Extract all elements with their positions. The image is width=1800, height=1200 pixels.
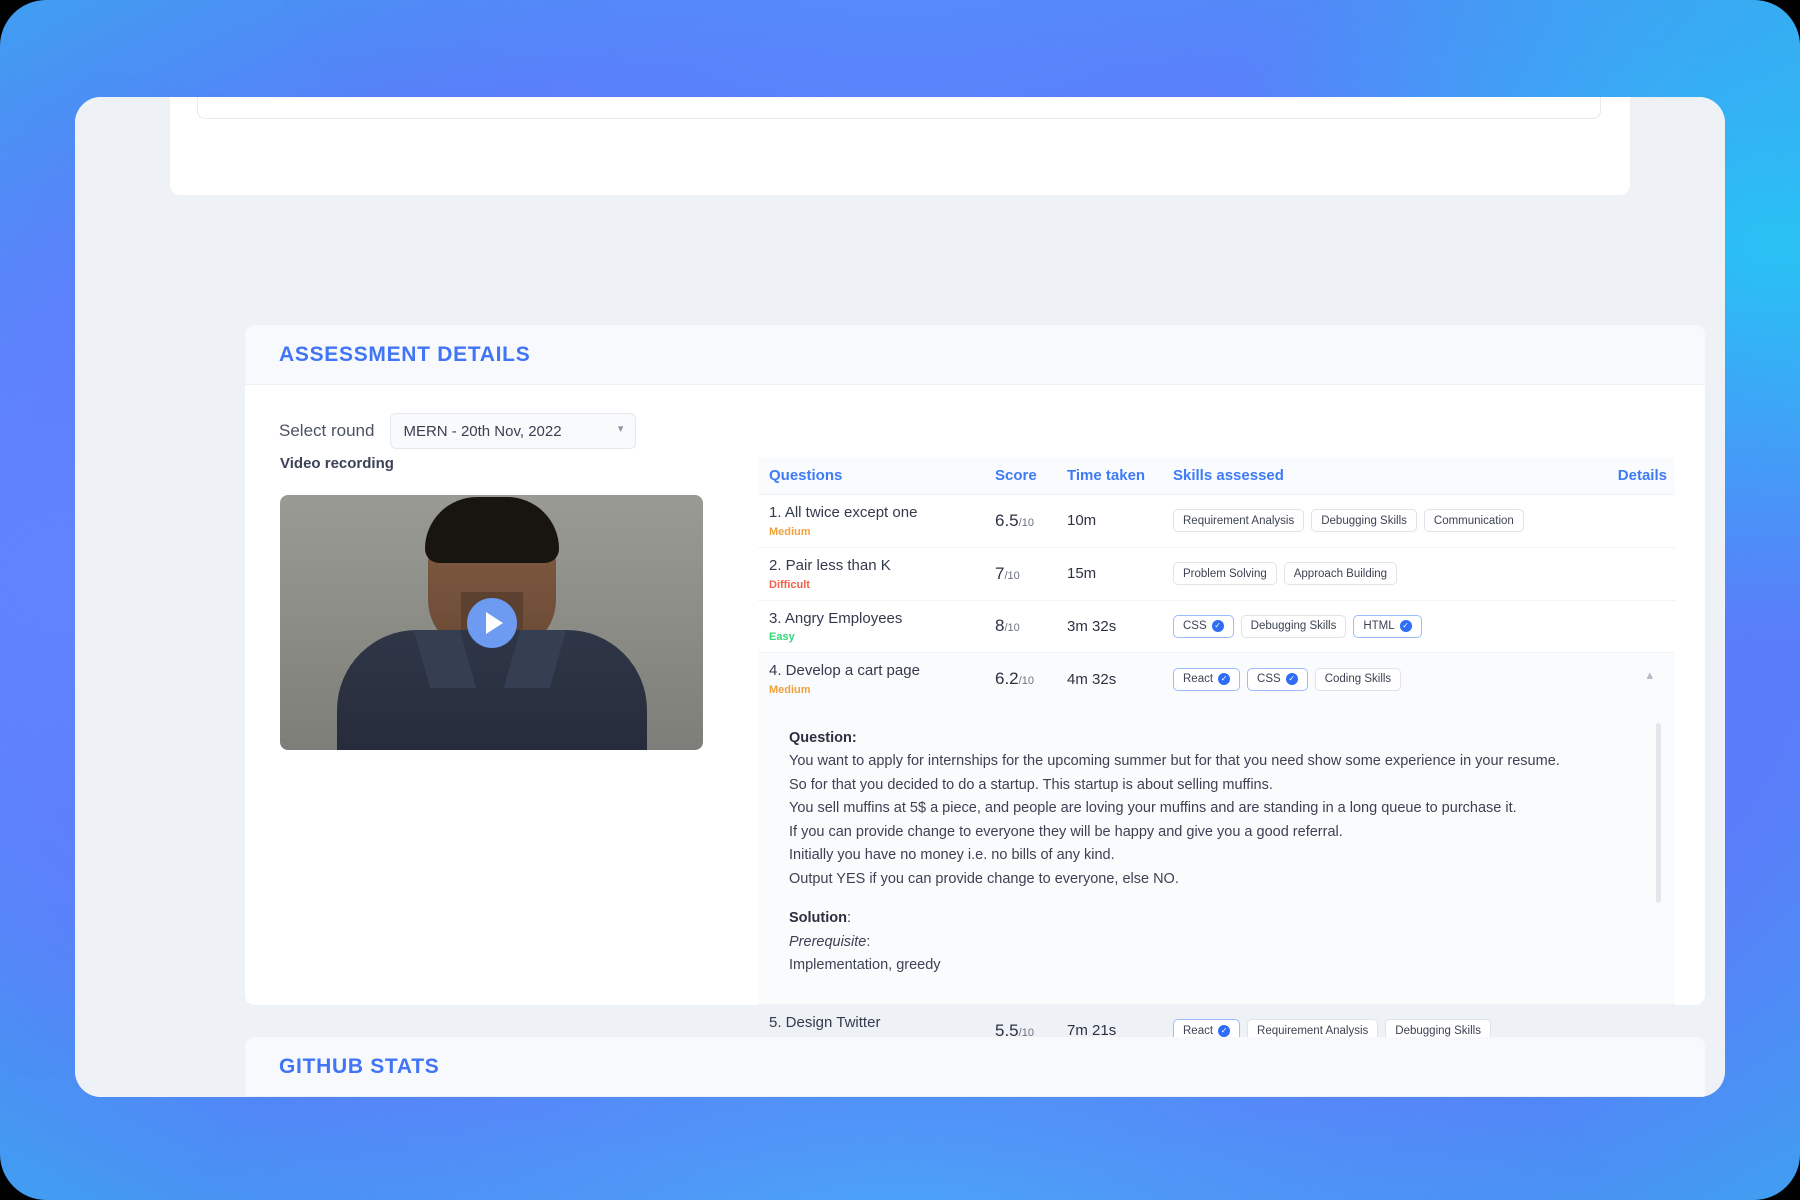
percentile-box: Top 50% of users: [197, 97, 1601, 119]
question-detail-line: Output YES if you can provide change to …: [789, 868, 1641, 891]
percentile-card: Top 50% of users: [170, 97, 1630, 195]
skill-chip-label: Debugging Skills: [1251, 620, 1337, 632]
column-header-time: Time taken: [1067, 467, 1173, 484]
video-recording-label: Video recording: [280, 455, 394, 472]
questions-table-header: Questions Score Time taken Skills assess…: [759, 457, 1675, 495]
difficulty-badge: Difficult: [769, 579, 995, 591]
column-header-score: Score: [995, 467, 1067, 484]
detail-scrollbar[interactable]: [1656, 723, 1661, 903]
round-select[interactable]: MERN - 20th Nov, 2022 ▾: [390, 413, 636, 449]
column-header-details: Details: [1583, 467, 1675, 484]
question-title: 4. Develop a cart page: [769, 662, 995, 681]
column-header-skills: Skills assessed: [1173, 467, 1583, 484]
round-select-value: MERN - 20th Nov, 2022: [403, 423, 561, 440]
skill-chip[interactable]: Communication: [1424, 509, 1524, 532]
skill-chip-label: HTML: [1363, 620, 1394, 632]
verified-check-icon: ✓: [1212, 620, 1224, 632]
play-icon[interactable]: [467, 598, 517, 648]
question-score: 8/10: [995, 616, 1067, 636]
video-player[interactable]: [280, 495, 703, 750]
prerequisite-label: Prerequisite:: [789, 931, 1641, 954]
question-detail-line: You sell muffins at 5$ a piece, and peop…: [789, 797, 1641, 820]
verified-check-icon: ✓: [1218, 673, 1230, 685]
skill-chip-label: Approach Building: [1294, 568, 1387, 580]
questions-table: Questions Score Time taken Skills assess…: [759, 457, 1675, 1058]
question-title: 3. Angry Employees: [769, 610, 995, 629]
app-panel: Top 50% of users ASSESSMENT DETAILS Sele…: [75, 97, 1725, 1097]
skill-chip[interactable]: CSS ✓: [1247, 668, 1308, 691]
skill-chip-label: CSS: [1183, 620, 1207, 632]
column-header-questions: Questions: [759, 467, 995, 484]
skill-chip-label: Requirement Analysis: [1183, 515, 1294, 527]
skill-chip[interactable]: Coding Skills: [1315, 668, 1401, 691]
skills-chip-list: React ✓ CSS ✓ Coding Skills: [1173, 668, 1583, 691]
skill-chip-label: Problem Solving: [1183, 568, 1267, 580]
question-score: 6.5/10: [995, 511, 1067, 531]
skills-chip-list: Requirement Analysis Debugging Skills Comm…: [1173, 509, 1583, 532]
question-time: 3m 32s: [1067, 618, 1173, 635]
verified-check-icon: ✓: [1286, 673, 1298, 685]
skill-chip-label: Requirement Analysis: [1257, 1025, 1368, 1037]
question-score: 7/10: [995, 564, 1067, 584]
question-title: 2. Pair less than K: [769, 557, 995, 576]
question-title: 5. Design Twitter: [769, 1014, 995, 1033]
chevron-down-icon: ▾: [618, 424, 624, 435]
skill-chip-label: Debugging Skills: [1321, 515, 1407, 527]
question-time: 4m 32s: [1067, 671, 1173, 688]
solution-label: Solution:: [789, 907, 1641, 930]
skill-chip[interactable]: Approach Building: [1284, 562, 1397, 585]
github-stats-header: GITHUB STATS: [245, 1037, 1705, 1097]
prerequisite-value: Implementation, greedy: [789, 954, 1641, 977]
table-row[interactable]: 4. Develop a cart page Medium6.2/104m 32s…: [759, 653, 1675, 705]
assessment-details-header: ASSESSMENT DETAILS: [245, 325, 1705, 385]
question-time: 10m: [1067, 512, 1173, 529]
skill-chip[interactable]: CSS ✓: [1173, 615, 1234, 638]
difficulty-badge: Medium: [769, 684, 995, 696]
skill-chip-label: Debugging Skills: [1395, 1025, 1481, 1037]
skill-chip[interactable]: Debugging Skills: [1241, 615, 1347, 638]
verified-check-icon: ✓: [1218, 1025, 1230, 1037]
skill-chip-label: React: [1183, 673, 1213, 685]
difficulty-badge: Medium: [769, 526, 995, 538]
select-round-row: Select round MERN - 20th Nov, 2022 ▾: [279, 413, 636, 449]
skill-chip-label: Coding Skills: [1325, 673, 1391, 685]
difficulty-badge: Easy: [769, 631, 995, 643]
question-score: 6.2/10: [995, 669, 1067, 689]
skill-chip[interactable]: React ✓: [1173, 668, 1240, 691]
skill-chip[interactable]: Problem Solving: [1173, 562, 1277, 585]
question-detail-line: So for that you decided to do a startup.…: [789, 774, 1641, 797]
skill-chip[interactable]: Debugging Skills: [1311, 509, 1417, 532]
question-title: 1. All twice except one: [769, 504, 995, 523]
select-round-label: Select round: [279, 421, 374, 441]
question-detail-label: Question:: [789, 727, 1641, 750]
table-row[interactable]: 1. All twice except oneMedium6.5/1010mRe…: [759, 495, 1675, 548]
github-stats-card: GITHUB STATS 560 Contributions in the la…: [245, 1037, 1705, 1097]
page-scroll-area[interactable]: Top 50% of users ASSESSMENT DETAILS Sele…: [75, 97, 1725, 1097]
question-detail-line: Initially you have no money i.e. no bill…: [789, 844, 1641, 867]
skill-chip-label: CSS: [1257, 673, 1281, 685]
question-detail-line: If you can provide change to everyone th…: [789, 821, 1641, 844]
skill-chip-label: Communication: [1434, 515, 1514, 527]
questions-table-body: 1. All twice except oneMedium6.5/1010mRe…: [759, 495, 1675, 1058]
verified-check-icon: ✓: [1400, 620, 1412, 632]
page-title: ASSESSMENT DETAILS: [279, 343, 530, 367]
skill-chip-label: React: [1183, 1025, 1213, 1037]
table-row[interactable]: 3. Angry Employees Easy8/103m 32s CSS ✓ Debu…: [759, 601, 1675, 654]
skill-chip[interactable]: HTML ✓: [1353, 615, 1421, 638]
table-row[interactable]: 2. Pair less than KDifficult7/1015mProbl…: [759, 548, 1675, 601]
collapse-row-icon[interactable]: ▴: [1646, 667, 1653, 683]
question-detail-line: You want to apply for internships for th…: [789, 750, 1641, 773]
question-time: 15m: [1067, 565, 1173, 582]
skill-chip[interactable]: Requirement Analysis: [1173, 509, 1304, 532]
skills-chip-list: Problem Solving Approach Building: [1173, 562, 1583, 585]
question-detail-panel: Question:You want to apply for internshi…: [759, 705, 1675, 1005]
skills-chip-list: CSS ✓ Debugging Skills HTML ✓: [1173, 615, 1583, 638]
github-stats-title: GITHUB STATS: [279, 1055, 439, 1079]
